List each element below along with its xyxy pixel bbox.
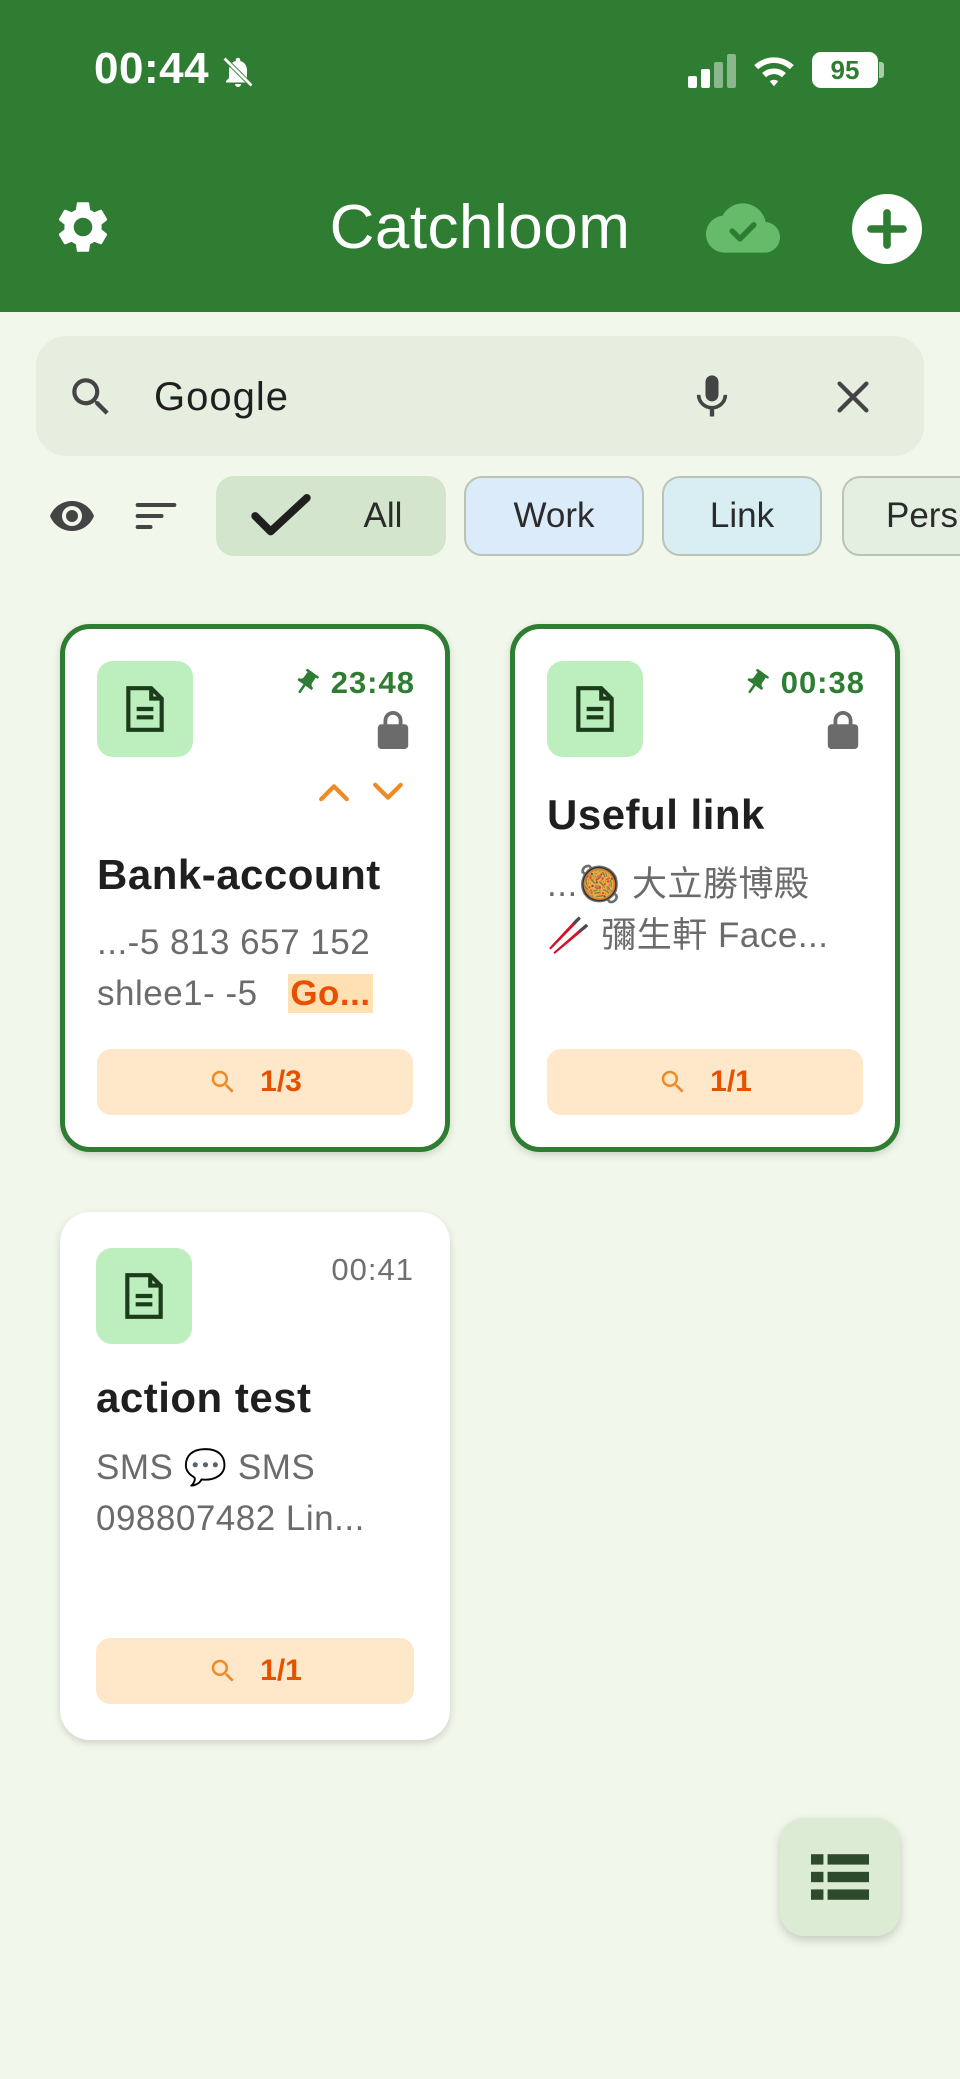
doc-icon [125, 1273, 163, 1319]
match-count: 1/3 [260, 1065, 302, 1098]
view-toggle-fab[interactable] [780, 1818, 900, 1936]
doc-badge [97, 661, 193, 757]
search-input[interactable] [154, 362, 674, 432]
note-card[interactable]: 23:48 Bank-account ...-5 813 657 152 shl… [60, 624, 450, 1152]
match-count-button[interactable]: 1/1 [547, 1049, 863, 1115]
match-count-button[interactable]: 1/3 [97, 1049, 413, 1115]
search-bar [36, 336, 924, 456]
doc-icon [576, 686, 614, 732]
eye-icon[interactable] [48, 496, 96, 536]
card-time-text: 00:38 [780, 665, 865, 700]
card-body-line: ...🥘 大立勝博殿 [547, 865, 810, 904]
card-title: action test [96, 1374, 312, 1421]
filter-chip-work[interactable]: Work [464, 476, 644, 556]
card-body-line: 🥢 彌生軒 Face... [547, 916, 829, 955]
filter-chip-link[interactable]: Link [662, 476, 822, 556]
card-time: 23:48 [291, 665, 415, 701]
card-body: ...🥘 大立勝博殿 🥢 彌生軒 Face... [547, 859, 867, 961]
match-count-button[interactable]: 1/1 [96, 1638, 414, 1704]
card-time-text: 23:48 [330, 665, 415, 700]
card-time: 00:38 [741, 665, 865, 701]
signal-icon [688, 54, 736, 88]
card-body-line: shlee1- -5 Go... [97, 968, 417, 1019]
list-view-icon [811, 1854, 869, 1900]
doc-badge [547, 661, 643, 757]
app-header: 00:44 95 Catchloom [0, 0, 960, 312]
chip-label: Pers [886, 496, 958, 535]
chevron-down-icon[interactable] [371, 781, 405, 803]
card-body: SMS 💬 SMS 098807482 Lin... [96, 1442, 416, 1544]
app-title: Catchloom [329, 193, 631, 262]
match-count: 1/1 [260, 1654, 302, 1687]
chip-label: All [363, 496, 403, 535]
wifi-icon [754, 57, 794, 87]
search-icon [72, 378, 109, 415]
card-body-line: SMS 💬 SMS [96, 1448, 316, 1487]
check-icon [250, 494, 311, 536]
doc-badge [96, 1248, 192, 1344]
search-icon [661, 1070, 684, 1093]
mic-icon[interactable] [686, 370, 738, 424]
card-time-text: 00:41 [331, 1252, 414, 1287]
filter-chip-personal[interactable]: Pers [842, 476, 960, 556]
note-card[interactable]: 00:38 Useful link ...🥘 大立勝博殿 🥢 彌生軒 Face.… [510, 624, 900, 1152]
card-body-line: 098807482 Lin... [96, 1499, 365, 1538]
chevron-up-icon[interactable] [317, 781, 351, 803]
close-icon[interactable] [830, 374, 876, 420]
card-body-text: shlee1- -5 [97, 974, 279, 1013]
bell-off-icon [222, 56, 254, 88]
lock-icon [377, 711, 409, 749]
add-icon[interactable] [852, 194, 922, 264]
search-icon [211, 1070, 234, 1093]
note-card[interactable]: 00:41 action test SMS 💬 SMS 098807482 Li… [60, 1212, 450, 1740]
card-body-line: ...-5 813 657 152 [97, 923, 371, 962]
status-time: 00:44 [94, 44, 210, 93]
search-highlight: Go... [288, 974, 373, 1013]
battery-indicator: 95 [812, 52, 878, 88]
search-icon [211, 1659, 234, 1682]
card-time: 00:41 [331, 1252, 414, 1288]
lock-icon [827, 711, 859, 749]
pin-icon [747, 668, 769, 694]
sort-icon[interactable] [134, 498, 178, 534]
chip-label: Work [513, 496, 595, 535]
doc-icon [126, 686, 164, 732]
battery-nub [879, 62, 884, 78]
cloud-check-icon[interactable] [706, 200, 780, 256]
match-count: 1/1 [710, 1065, 752, 1098]
pin-icon [297, 668, 319, 694]
card-title: Useful link [547, 791, 765, 838]
chip-label: Link [709, 496, 775, 535]
card-body: ...-5 813 657 152 shlee1- -5 Go... [97, 917, 417, 1019]
filter-chip-all[interactable]: All [216, 476, 446, 556]
card-title: Bank-account [97, 851, 381, 898]
